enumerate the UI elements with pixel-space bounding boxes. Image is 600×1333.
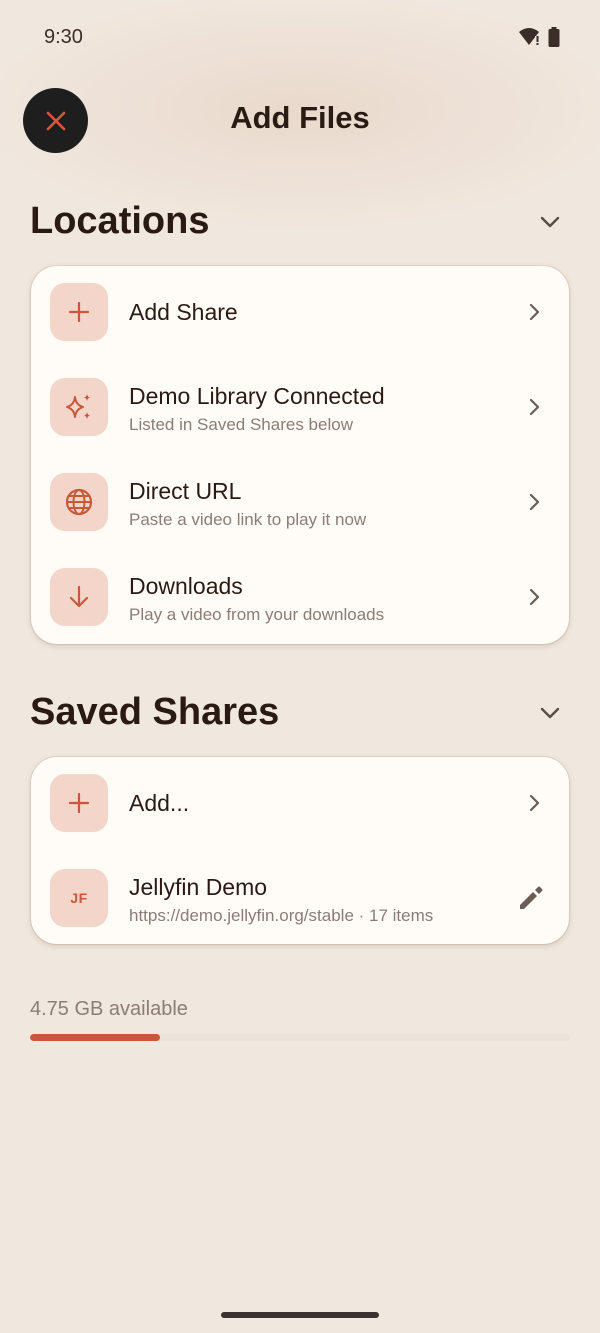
chevron-right-icon xyxy=(529,303,540,321)
sparkle-icon xyxy=(50,378,108,436)
locations-card: Add Share Demo Library Connected Listed … xyxy=(31,266,569,644)
chevron-right-icon xyxy=(529,398,540,416)
saved-shares-card: Add... JF Jellyfin Demo https://demo.jel… xyxy=(31,757,569,944)
location-item-title: Direct URL xyxy=(129,478,242,504)
saved-shares-collapse-chevron-icon[interactable] xyxy=(538,701,562,725)
globe-icon xyxy=(50,473,108,531)
locations-section-title: Locations xyxy=(30,200,210,242)
saved-share-title: Jellyfin Demo xyxy=(129,874,268,900)
share-badge: JF xyxy=(50,869,108,927)
storage-progress-fill xyxy=(30,1034,160,1041)
location-item-title: Downloads xyxy=(129,573,243,599)
saved-share-jellyfin-demo[interactable]: JF Jellyfin Demo https://demo.jellyfin.o… xyxy=(31,852,569,947)
location-item-subtitle: Paste a video link to play it now xyxy=(129,510,367,529)
edit-icon[interactable] xyxy=(515,882,547,914)
home-indicator[interactable] xyxy=(221,1312,379,1318)
chevron-right-icon xyxy=(529,794,540,812)
location-item-direct-url[interactable]: Direct URL Paste a video link to play it… xyxy=(31,456,569,551)
add-files-screen: 9:30 Add Files Locations Add Share Demo … xyxy=(0,0,600,1333)
chevron-right-icon xyxy=(529,493,540,511)
location-item-demo-library[interactable]: Demo Library Connected Listed in Saved S… xyxy=(31,361,569,456)
location-item-subtitle: Listed in Saved Shares below xyxy=(129,415,353,434)
location-item-add-share[interactable]: Add Share xyxy=(31,266,569,361)
location-item-subtitle: Play a video from your downloads xyxy=(129,605,385,624)
storage-available-label: 4.75 GB available xyxy=(30,998,188,1020)
download-icon xyxy=(50,568,108,626)
battery-icon xyxy=(548,27,560,47)
saved-share-subtitle: https://demo.jellyfin.org/stable · 17 it… xyxy=(129,906,434,925)
wifi-icon xyxy=(519,28,539,45)
status-time: 9:30 xyxy=(44,26,83,48)
saved-shares-section-title: Saved Shares xyxy=(30,691,280,733)
plus-icon xyxy=(50,283,108,341)
location-item-title: Demo Library Connected xyxy=(129,383,385,409)
status-bar: 9:30 xyxy=(0,0,600,76)
saved-share-title: Add... xyxy=(129,790,190,816)
location-item-title: Add Share xyxy=(129,299,238,325)
status-icons xyxy=(518,27,560,47)
page-title: Add Files xyxy=(230,100,370,135)
plus-icon xyxy=(50,774,108,832)
location-item-downloads[interactable]: Downloads Play a video from your downloa… xyxy=(31,551,569,646)
saved-share-add[interactable]: Add... xyxy=(31,757,569,852)
storage-progress-bar xyxy=(30,1034,570,1041)
chevron-right-icon xyxy=(529,588,540,606)
locations-collapse-chevron-icon[interactable] xyxy=(538,210,562,234)
